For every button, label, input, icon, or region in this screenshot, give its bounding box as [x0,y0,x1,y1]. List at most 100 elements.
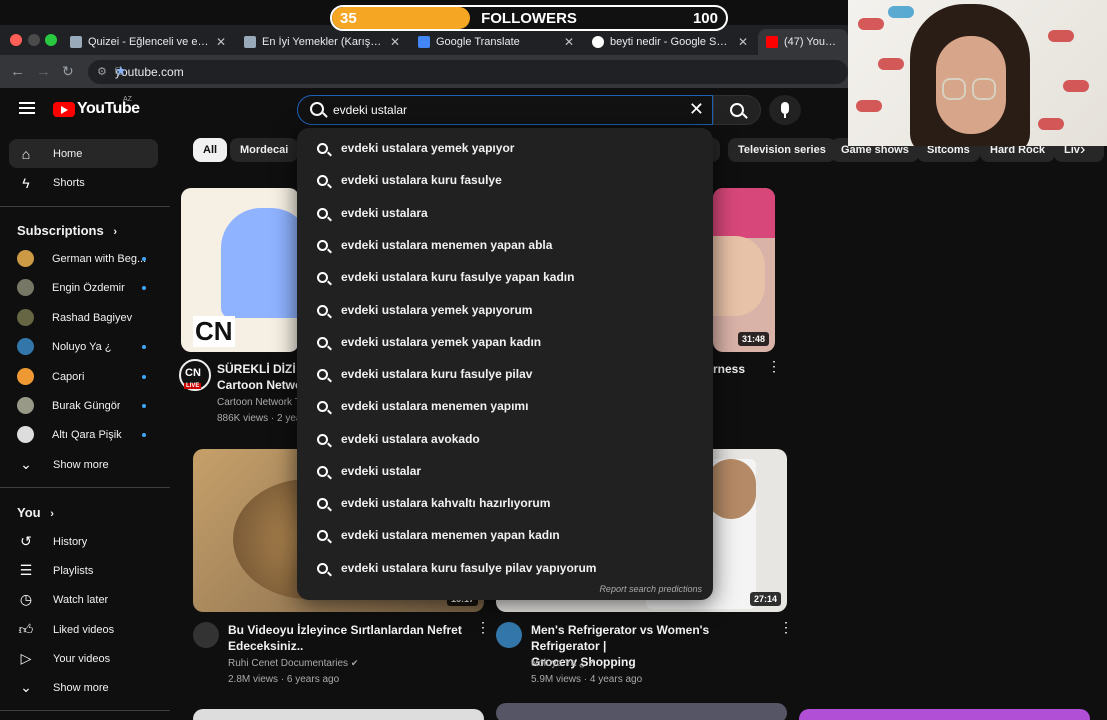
address-bar[interactable]: ⚙ youtube.com ⧉ ★ [88,60,848,84]
search-suggestion[interactable]: evdeki ustalara yemek yapıyorum [297,294,713,326]
video-thumbnail[interactable]: CN [181,188,299,352]
history-icon: ↺ [20,533,32,549]
menu-icon[interactable] [19,102,35,114]
new-content-dot [142,285,146,290]
sidebar-subscription[interactable]: Altı Qara Pişik [9,420,158,449]
close-tab-icon[interactable]: ✕ [564,35,574,49]
video-meta: Cartoon Network T 886K views · 2 yea [217,397,297,424]
sidebar-subscription[interactable]: Burak Güngör [9,391,158,420]
home-icon: ⌂ [21,145,31,162]
site-info-icon[interactable]: ⚙ [97,65,107,78]
search-suggestion[interactable]: evdeki ustalara kuru fasulye pilav [297,358,713,390]
you-heading[interactable]: You › [17,505,54,520]
video-title[interactable]: rness [713,361,745,377]
verified-icon: ✔ [350,658,359,668]
sidebar-show-more[interactable]: ⌄ Show more [9,673,158,702]
cartoon-network-logo: CN [193,316,235,347]
close-tab-icon[interactable]: ✕ [390,35,400,49]
search-button[interactable] [713,95,761,125]
search-suggestion[interactable]: evdeki ustalara menemen yapan kadın [297,519,713,551]
search-suggestion[interactable]: evdeki ustalara kuru fasulye [297,164,713,196]
channel-name[interactable]: Noluyo Ya ¿ ✔ [531,655,642,672]
microphone-icon [781,102,789,114]
video-title[interactable]: SÜREKLİ DİZİ | I Cartoon Networ [217,361,297,393]
voice-search-button[interactable] [769,95,801,125]
playlists-icon: ☰ [19,562,33,578]
search-suggestion[interactable]: evdeki ustalara avokado [297,423,713,455]
browser-tab[interactable]: En İyi Yemekler (Karışık) - Tie ✕ [236,29,408,55]
search-suggestion[interactable]: evdeki ustalar [297,455,713,487]
search-suggestion[interactable]: evdeki ustalara yemek yapıyor [297,132,713,164]
chip-television-series[interactable]: Television series [728,138,836,162]
browser-tab[interactable]: beyti nedir - Google Search ✕ [584,29,756,55]
sidebar-item-playlists[interactable]: ☰ Playlists [9,556,158,585]
video-title[interactable]: Bu Videoyu İzleyince Sırtlanlardan Nefre… [228,622,468,654]
browser-tab-youtube[interactable]: (47) YouTube [758,29,848,55]
channel-avatar[interactable] [193,622,219,648]
channel-avatar [17,279,34,296]
sidebar-subscription[interactable]: Rashad Bagiyev [9,303,158,332]
more-actions-icon[interactable]: ⋮ [767,359,781,373]
sidebar-show-more[interactable]: ⌄ Show more [9,450,158,479]
subscriptions-heading[interactable]: Subscriptions › [17,223,117,238]
channel-avatar[interactable]: CN LIVE [179,359,211,391]
chip-mordecai[interactable]: Mordecai [230,138,299,162]
channel-avatar [17,338,34,355]
sidebar-subscription[interactable]: Noluyo Ya ¿ [9,332,158,361]
search-input[interactable]: evdeki ustalar ✕ [297,95,713,125]
sidebar-item-your-videos[interactable]: ▷ Your videos [9,644,158,673]
search-icon [317,497,328,509]
search-suggestions-dropdown: evdeki ustalara yemek yapıyor evdeki ust… [297,128,713,600]
channel-name[interactable]: Ruhi Cenet Documentaries ✔ [228,655,358,672]
browser-tab[interactable]: Google Translate ✕ [410,29,582,55]
youtube-logo[interactable]: YouTube AZ [53,96,140,118]
sidebar-subscription[interactable]: Capori [9,362,158,391]
channel-avatar [17,397,34,414]
channel-avatar[interactable] [496,622,522,648]
more-actions-icon[interactable]: ⋮ [476,620,490,634]
video-thumbnail[interactable]: 31:48 [713,188,775,352]
video-thumbnail[interactable] [799,709,1090,720]
minimize-window-button[interactable] [28,34,40,46]
sidebar-item-shorts[interactable]: ϟ Shorts [9,168,158,197]
glasses-icon [942,78,966,100]
search-suggestion[interactable]: evdeki ustalara menemen yapan abla [297,229,713,261]
search-suggestion[interactable]: evdeki ustalara menemen yapımı [297,390,713,422]
report-search-predictions-link[interactable]: Report search predictions [599,584,702,594]
back-icon[interactable]: ← [10,63,25,80]
youtube-favicon-icon [766,36,778,48]
bookmark-star-icon[interactable]: ★ [115,63,846,79]
video-thumbnail[interactable] [193,709,484,720]
sidebar-item-liked-videos[interactable]: 👍︎ Liked videos [9,615,158,644]
video-duration: 31:48 [737,332,769,346]
close-tab-icon[interactable]: ✕ [216,35,226,49]
chip-all[interactable]: All [193,138,228,162]
search-suggestion[interactable]: evdeki ustalara [297,197,713,229]
sidebar-item-home[interactable]: ⌂ Home [9,139,158,168]
chevron-right-icon: › [50,508,54,520]
channel-avatar [17,250,34,267]
mordecai-illustration [221,208,299,318]
more-actions-icon[interactable]: ⋮ [779,620,793,634]
search-icon [317,368,328,380]
country-code: AZ [123,96,132,103]
clear-search-icon[interactable]: ✕ [689,99,704,120]
video-thumbnail[interactable] [496,703,787,720]
sidebar-subscription[interactable]: Engin Özdemir [9,273,158,302]
sidebar-subscription[interactable]: German with Beg... [9,244,158,273]
close-window-button[interactable] [10,34,22,46]
reload-icon[interactable]: ↻ [62,63,74,80]
browser-tab[interactable]: Quizei - Eğlenceli ve etkileşim ✕ [62,29,234,55]
forward-icon[interactable]: → [36,63,51,80]
sidebar-item-watch-later[interactable]: ◷ Watch later [9,585,158,614]
maximize-window-button[interactable] [45,34,57,46]
search-suggestion[interactable]: evdeki ustalara kuru fasulye yapan kadın [297,261,713,293]
close-tab-icon[interactable]: ✕ [738,35,748,49]
search-suggestion[interactable]: evdeki ustalara kuru fasulye pilav yapıy… [297,552,713,584]
video-meta: Noluyo Ya ¿ ✔ 5.9M views · 4 years ago [531,655,642,688]
search-suggestion[interactable]: evdeki ustalara kahvaltı hazırlıyorum [297,487,713,519]
sidebar-item-history[interactable]: ↺ History [9,527,158,556]
youtube-play-icon [53,101,75,117]
sidebar-divider [0,487,170,488]
search-suggestion[interactable]: evdeki ustalara yemek yapan kadın [297,326,713,358]
